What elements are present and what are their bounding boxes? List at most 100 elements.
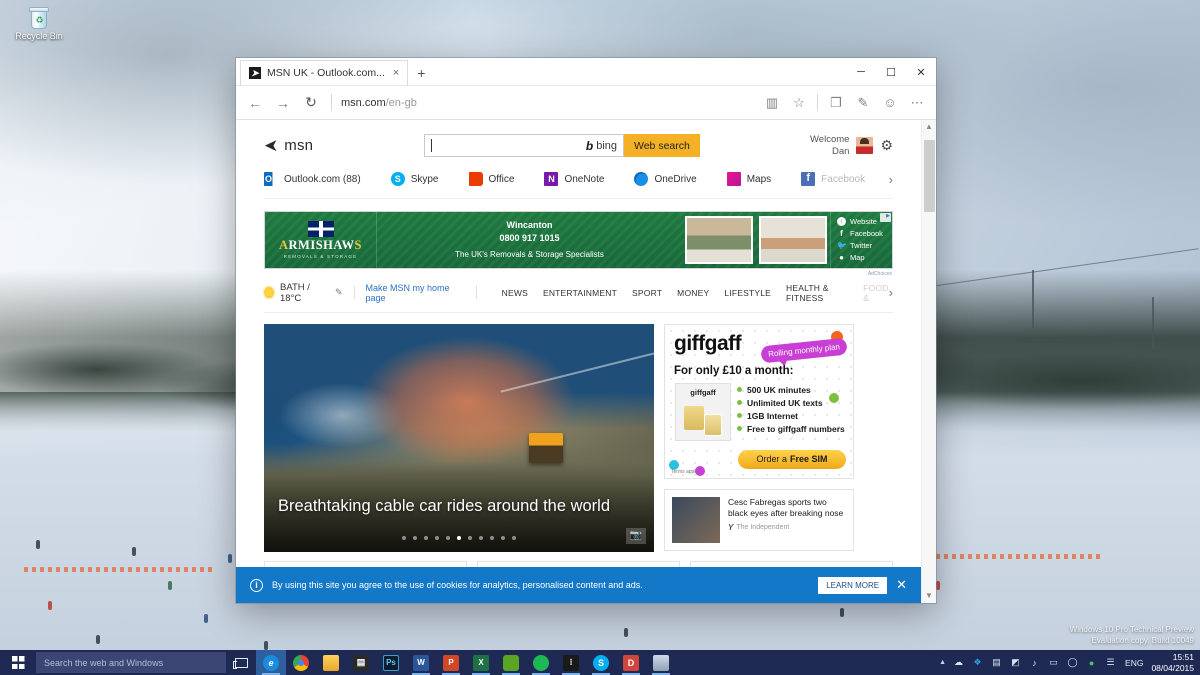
category-lifestyle[interactable]: LIFESTYLE bbox=[724, 288, 771, 298]
pencil-icon[interactable]: ✎ bbox=[335, 287, 343, 298]
task-view-button[interactable] bbox=[226, 650, 256, 675]
service-link-onedrive[interactable]: OneDrive bbox=[634, 172, 697, 187]
side-article-card[interactable]: Cesc Fabregas sports two black eyes afte… bbox=[664, 488, 854, 551]
categories-next-icon[interactable]: › bbox=[889, 285, 893, 300]
battery-tray-icon[interactable]: ▭ bbox=[1047, 656, 1060, 669]
taskbar-app-todoist[interactable]: D bbox=[616, 650, 646, 675]
network-tray-icon[interactable]: ◩ bbox=[1009, 656, 1022, 669]
share-icon[interactable]: ☺ bbox=[877, 90, 903, 116]
tab-close-icon[interactable]: × bbox=[391, 67, 401, 79]
scroll-up-icon[interactable]: ▲ bbox=[925, 120, 933, 134]
taskbar-search-input[interactable]: Search the web and Windows bbox=[36, 652, 226, 673]
carousel-dot[interactable] bbox=[402, 535, 406, 540]
carousel-dot[interactable] bbox=[490, 535, 494, 540]
taskbar-app-store[interactable]: ▤ bbox=[346, 650, 376, 675]
carousel-dot[interactable] bbox=[512, 535, 516, 540]
scrollbar-thumb[interactable] bbox=[924, 140, 935, 212]
taskbar-app-powerpoint[interactable]: P bbox=[436, 650, 466, 675]
gear-icon[interactable]: ⚙ bbox=[880, 137, 893, 154]
adchoices-corner-icon[interactable] bbox=[880, 212, 891, 222]
taskbar-app-word[interactable]: W bbox=[406, 650, 436, 675]
more-options-icon[interactable]: ⋯ bbox=[904, 90, 930, 116]
scroll-down-icon[interactable]: ▼ bbox=[925, 589, 933, 603]
make-homepage-link[interactable]: Make MSN my home page bbox=[365, 283, 464, 303]
weather-widget[interactable]: BATH / 18°C ✎ bbox=[264, 282, 343, 304]
banner-link-twitter[interactable]: 🐦 Twitter bbox=[837, 241, 892, 250]
taskbar-app-photoshop[interactable]: Ps bbox=[376, 650, 406, 675]
taskbar-app-chrome[interactable] bbox=[286, 650, 316, 675]
minimize-button[interactable]: ─ bbox=[846, 58, 876, 86]
category-money[interactable]: MONEY bbox=[677, 288, 709, 298]
taskbar-app-skype[interactable]: S bbox=[586, 650, 616, 675]
carousel-dot[interactable] bbox=[446, 535, 450, 540]
learn-more-button[interactable]: LEARN MORE bbox=[818, 576, 888, 594]
order-free-sim-button[interactable]: Order a Free SIM bbox=[738, 449, 846, 469]
language-indicator[interactable]: ENG bbox=[1123, 658, 1145, 668]
carousel-dot[interactable] bbox=[479, 535, 483, 540]
banner-link-map[interactable]: ● Map bbox=[837, 253, 892, 262]
taskbar-app-evernote[interactable] bbox=[496, 650, 526, 675]
adchoices-label[interactable]: AdChoices bbox=[851, 332, 853, 360]
search-input[interactable]: b bing bbox=[424, 134, 624, 158]
web-search-button[interactable]: Web search bbox=[624, 134, 700, 158]
maximize-button[interactable]: ☐ bbox=[876, 58, 906, 86]
refresh-button[interactable]: ↻ bbox=[298, 90, 324, 116]
category-health-fitness[interactable]: HEALTH & FITNESS bbox=[786, 283, 848, 303]
address-bar[interactable]: msn.com/en-gb bbox=[339, 90, 757, 116]
armishaws-banner-ad[interactable]: ARMISHAWS REMOVALS & STORAGE Wincanton 0… bbox=[264, 210, 893, 269]
carousel-dot[interactable] bbox=[501, 535, 505, 540]
dropbox-tray-icon[interactable]: ❖ bbox=[971, 656, 984, 669]
hero-article[interactable]: Breathtaking cable car rides around the … bbox=[264, 323, 654, 552]
desktop-icon-recycle-bin[interactable]: ♻ Recycle Bin bbox=[4, 4, 74, 41]
start-button[interactable] bbox=[0, 650, 36, 675]
adchoices-label[interactable]: AdChoices bbox=[868, 271, 892, 277]
tray-expand-icon[interactable]: ▲ bbox=[939, 659, 946, 666]
carousel-dot-active[interactable] bbox=[457, 535, 461, 540]
taskbar-app-slack[interactable]: ⁝ bbox=[556, 650, 586, 675]
category-sport[interactable]: SPORT bbox=[632, 288, 662, 298]
close-button[interactable]: ✕ bbox=[906, 58, 936, 86]
new-tab-button[interactable]: + bbox=[408, 60, 434, 85]
back-button[interactable]: ← bbox=[242, 90, 268, 116]
scrollbar-track[interactable] bbox=[922, 134, 936, 589]
green-tray-icon[interactable]: ● bbox=[1085, 656, 1098, 669]
taskbar-app-excel[interactable]: X bbox=[466, 650, 496, 675]
reading-view-icon[interactable]: ▥ bbox=[759, 90, 785, 116]
avatar[interactable] bbox=[856, 137, 874, 155]
taskbar-app-photos[interactable] bbox=[646, 650, 676, 675]
carousel-dot[interactable] bbox=[424, 535, 428, 540]
volume-tray-icon[interactable]: ♪ bbox=[1028, 656, 1041, 669]
service-link-skype[interactable]: Skype bbox=[390, 172, 439, 187]
favorite-star-icon[interactable]: ☆ bbox=[786, 90, 812, 116]
service-link-facebook[interactable]: Facebook bbox=[801, 172, 865, 187]
antivirus-tray-icon[interactable]: ▤ bbox=[990, 656, 1003, 669]
clock[interactable]: 15:51 08/04/2015 bbox=[1151, 652, 1194, 673]
service-link-onenote[interactable]: OneNote bbox=[544, 172, 604, 187]
category-food[interactable]: FOOD & bbox=[863, 283, 889, 303]
browser-tab[interactable]: ➤ MSN UK - Outlook.com... × bbox=[240, 60, 409, 85]
camera-icon[interactable]: 📷 bbox=[626, 527, 646, 544]
category-entertainment[interactable]: ENTERTAINMENT bbox=[543, 288, 617, 298]
carousel-dot[interactable] bbox=[468, 535, 472, 540]
giffgaff-ad[interactable]: giffgaff Rolling monthly plan For only £… bbox=[664, 323, 854, 479]
web-note-icon[interactable]: ✎ bbox=[850, 90, 876, 116]
forward-button[interactable]: → bbox=[270, 90, 296, 116]
taskbar-app-spotify[interactable] bbox=[526, 650, 556, 675]
carousel-dot[interactable] bbox=[435, 535, 439, 540]
service-link-maps[interactable]: Maps bbox=[726, 172, 771, 187]
page-scrollbar[interactable]: ▲ ▼ bbox=[921, 120, 936, 603]
onedrive-tray-icon[interactable]: ☁ bbox=[952, 656, 965, 669]
msn-logo[interactable]: ➤ msn bbox=[264, 136, 424, 156]
service-link-office[interactable]: Office bbox=[468, 172, 514, 187]
cookie-close-icon[interactable]: ✕ bbox=[896, 577, 907, 593]
hub-icon[interactable]: ❐ bbox=[823, 90, 849, 116]
action-center-icon[interactable]: ☰ bbox=[1104, 656, 1117, 669]
category-news[interactable]: NEWS bbox=[502, 288, 528, 298]
service-link-outlook[interactable]: Outlook.com (88) bbox=[264, 172, 361, 187]
carousel-dot[interactable] bbox=[413, 535, 417, 540]
banner-link-facebook[interactable]: f Facebook bbox=[837, 229, 892, 238]
chat-tray-icon[interactable]: ◯ bbox=[1066, 656, 1079, 669]
services-next-icon[interactable]: › bbox=[889, 172, 893, 187]
taskbar-app-edge[interactable]: e bbox=[256, 650, 286, 675]
taskbar-app-file-explorer[interactable] bbox=[316, 650, 346, 675]
